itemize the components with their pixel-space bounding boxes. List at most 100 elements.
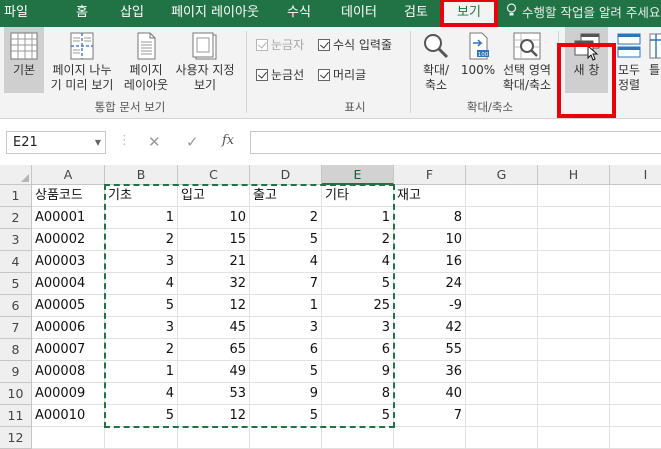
cell-c10[interactable]: 53	[178, 383, 250, 405]
cell-f11[interactable]: 7	[394, 405, 466, 427]
cell-g4[interactable]	[466, 251, 538, 273]
column-header-c[interactable]: C	[178, 165, 250, 185]
cell-f4[interactable]: 16	[394, 251, 466, 273]
column-header-d[interactable]: D	[250, 165, 322, 185]
zoom-button[interactable]: 확대/ 축소	[416, 27, 456, 97]
cell-e9[interactable]: 9	[322, 361, 394, 383]
cell-b8[interactable]: 2	[105, 339, 178, 361]
cell-d10[interactable]: 9	[250, 383, 322, 405]
tab-file[interactable]: 파일	[0, 0, 32, 27]
freeze-panes-button[interactable]: 틀	[648, 27, 661, 97]
row-header-6[interactable]: 6	[0, 295, 32, 317]
cell-g3[interactable]	[466, 229, 538, 251]
cell-f8[interactable]: 55	[394, 339, 466, 361]
column-header-g[interactable]: G	[466, 165, 538, 185]
cell-b4[interactable]: 3	[105, 251, 178, 273]
cell-c12[interactable]	[178, 427, 250, 449]
cell-g5[interactable]	[466, 273, 538, 295]
tab-data[interactable]: 데이터	[334, 0, 384, 27]
headings-checkbox[interactable]: 머리글	[318, 68, 366, 82]
cell-e4[interactable]: 4	[322, 251, 394, 273]
page-break-preview-button[interactable]: 페이지 나누 기 미리 보기	[46, 27, 118, 97]
cell-a9[interactable]: A00008	[32, 361, 105, 383]
cell-e3[interactable]: 2	[322, 229, 394, 251]
column-header-i[interactable]: I	[610, 165, 661, 185]
cell-f10[interactable]: 40	[394, 383, 466, 405]
cell-a1[interactable]: 상품코드	[32, 185, 105, 207]
cell-c5[interactable]: 32	[178, 273, 250, 295]
column-header-h[interactable]: H	[538, 165, 610, 185]
row-header-11[interactable]: 11	[0, 405, 32, 427]
cell-c1[interactable]: 입고	[178, 185, 250, 207]
cell-g7[interactable]	[466, 317, 538, 339]
cell-d2[interactable]: 2	[250, 207, 322, 229]
cell-a3[interactable]: A00002	[32, 229, 105, 251]
normal-view-button[interactable]: 기본	[4, 27, 44, 93]
cell-a7[interactable]: A00006	[32, 317, 105, 339]
row-header-3[interactable]: 3	[0, 229, 32, 251]
cell-b3[interactable]: 2	[105, 229, 178, 251]
cell-e7[interactable]: 3	[322, 317, 394, 339]
cancel-icon[interactable]: ✕	[148, 133, 161, 151]
cell-f2[interactable]: 8	[394, 207, 466, 229]
cell-c7[interactable]: 45	[178, 317, 250, 339]
cell-g9[interactable]	[466, 361, 538, 383]
tab-view[interactable]: 보기	[444, 0, 494, 27]
enter-icon[interactable]: ✓	[186, 133, 199, 151]
cell-a6[interactable]: A00005	[32, 295, 105, 317]
arrange-all-button[interactable]: 모두 정렬	[614, 27, 644, 97]
cell-e1[interactable]: 기타	[322, 185, 394, 207]
cell-c4[interactable]: 21	[178, 251, 250, 273]
cell-b5[interactable]: 4	[105, 273, 178, 295]
cell-g10[interactable]	[466, 383, 538, 405]
cell-c8[interactable]: 65	[178, 339, 250, 361]
cell-i10[interactable]	[610, 383, 661, 405]
cell-h4[interactable]	[538, 251, 610, 273]
cell-d6[interactable]: 1	[250, 295, 322, 317]
cell-e12[interactable]	[322, 427, 394, 449]
insert-function-icon[interactable]: fx	[222, 133, 234, 148]
cell-i7[interactable]	[610, 317, 661, 339]
cell-e8[interactable]: 6	[322, 339, 394, 361]
cell-h12[interactable]	[538, 427, 610, 449]
row-header-4[interactable]: 4	[0, 251, 32, 273]
cell-d7[interactable]: 3	[250, 317, 322, 339]
cell-i12[interactable]	[610, 427, 661, 449]
cell-g12[interactable]	[466, 427, 538, 449]
column-header-e[interactable]: E	[322, 165, 394, 185]
cell-i9[interactable]	[610, 361, 661, 383]
formula-bar-checkbox[interactable]: 수식 입력줄	[318, 38, 392, 52]
cell-f9[interactable]: 36	[394, 361, 466, 383]
cell-h11[interactable]	[538, 405, 610, 427]
cell-f12[interactable]	[394, 427, 466, 449]
cell-e10[interactable]: 8	[322, 383, 394, 405]
cell-a11[interactable]: A00010	[32, 405, 105, 427]
cell-d11[interactable]: 5	[250, 405, 322, 427]
cell-f1[interactable]: 재고	[394, 185, 466, 207]
page-layout-button[interactable]: 페이지 레이아웃	[122, 27, 170, 97]
column-header-a[interactable]: A	[32, 165, 105, 185]
cell-b7[interactable]: 3	[105, 317, 178, 339]
cell-b10[interactable]: 4	[105, 383, 178, 405]
cell-g2[interactable]	[466, 207, 538, 229]
cell-c6[interactable]: 12	[178, 295, 250, 317]
row-header-12[interactable]: 12	[0, 427, 32, 449]
cell-a2[interactable]: A00001	[32, 207, 105, 229]
cell-a4[interactable]: A00003	[32, 251, 105, 273]
cell-f5[interactable]: 24	[394, 273, 466, 295]
tab-insert[interactable]: 삽입	[112, 0, 152, 27]
cell-c11[interactable]: 12	[178, 405, 250, 427]
cell-a8[interactable]: A00007	[32, 339, 105, 361]
cell-d3[interactable]: 5	[250, 229, 322, 251]
cell-f6[interactable]: -9	[394, 295, 466, 317]
cell-i6[interactable]	[610, 295, 661, 317]
row-header-2[interactable]: 2	[0, 207, 32, 229]
cell-b12[interactable]	[105, 427, 178, 449]
cell-e2[interactable]: 1	[322, 207, 394, 229]
formula-input[interactable]	[250, 131, 661, 154]
cell-h5[interactable]	[538, 273, 610, 295]
row-header-10[interactable]: 10	[0, 383, 32, 405]
cell-i3[interactable]	[610, 229, 661, 251]
cell-b1[interactable]: 기초	[105, 185, 178, 207]
cell-h9[interactable]	[538, 361, 610, 383]
